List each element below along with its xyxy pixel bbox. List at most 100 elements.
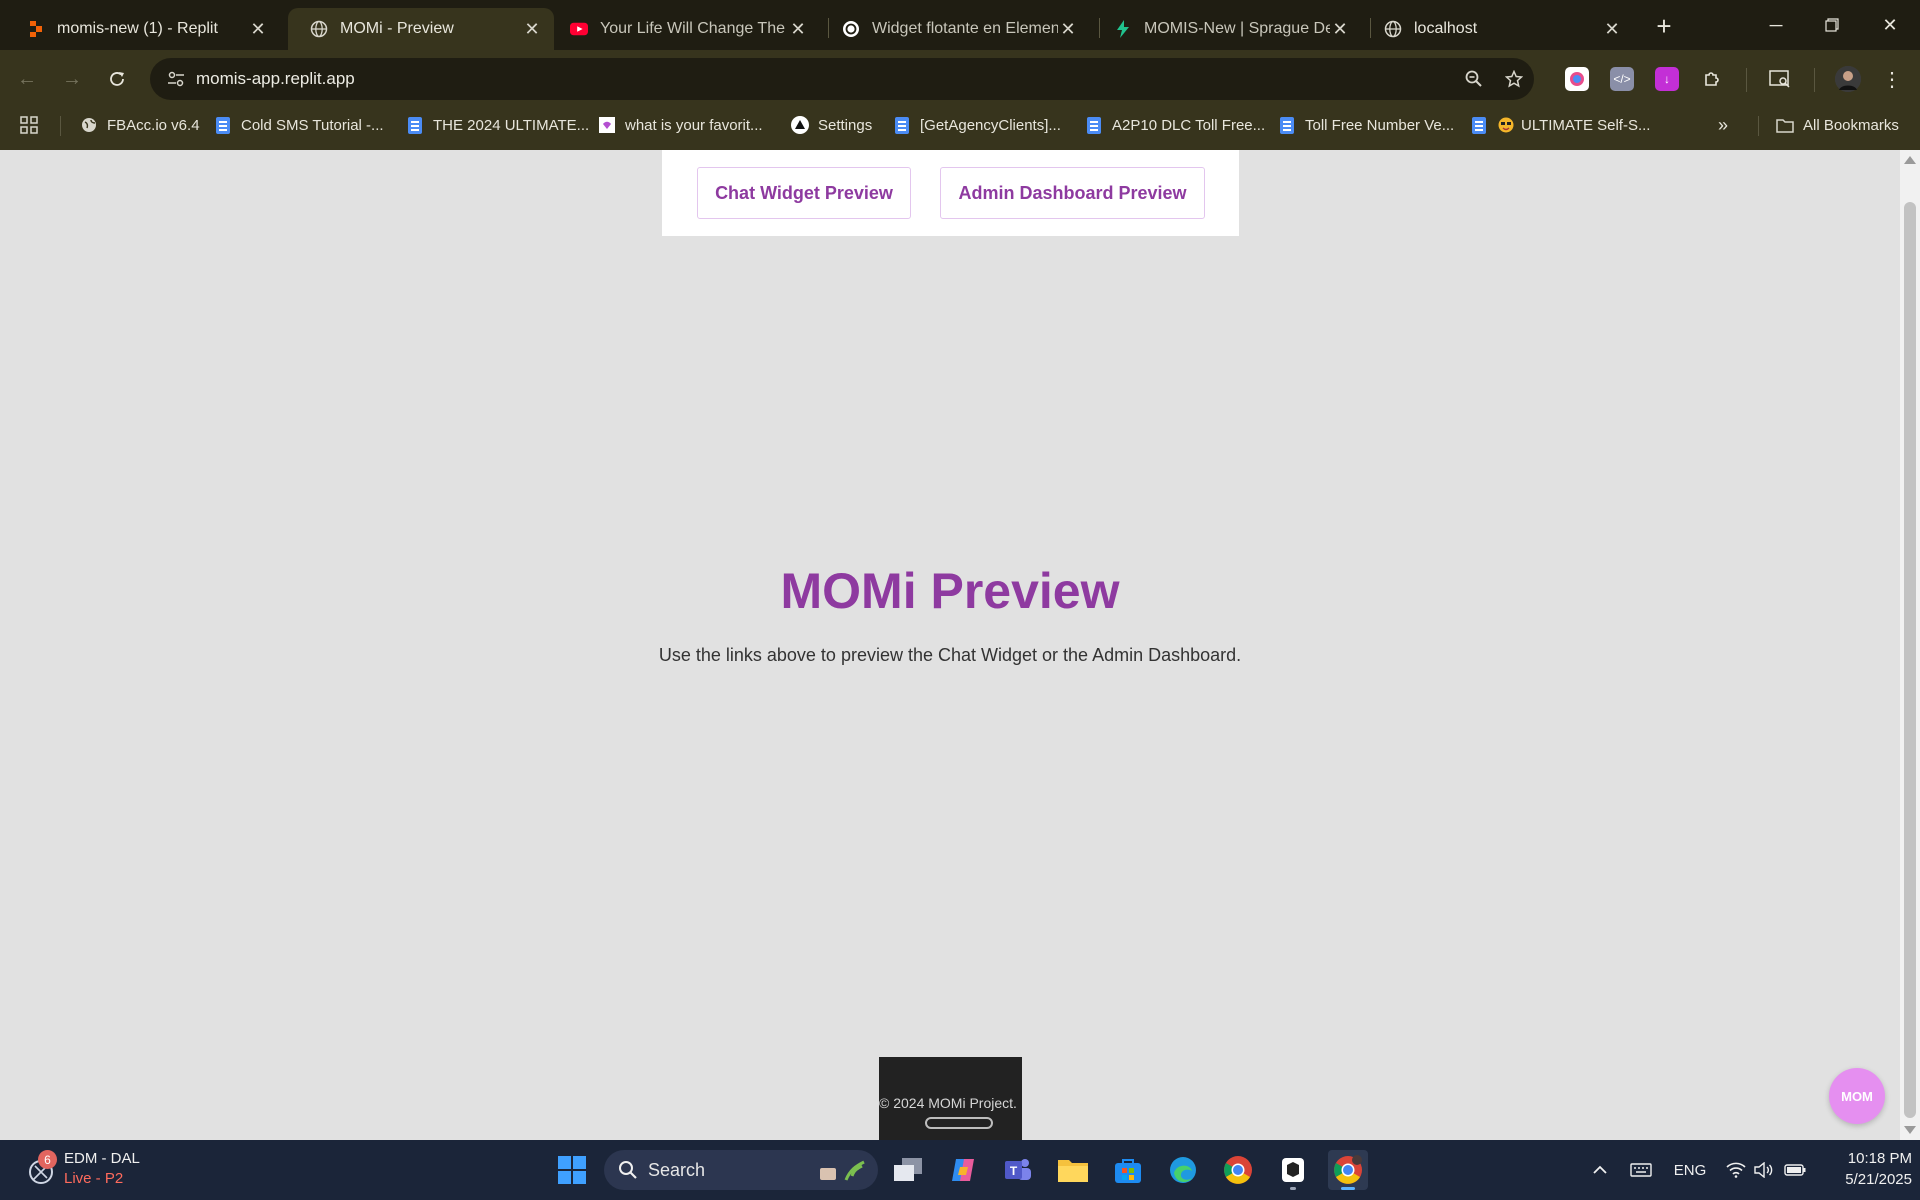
app-cube-icon[interactable] xyxy=(1273,1150,1313,1190)
menu-kebab-icon[interactable]: ⋮ xyxy=(1880,67,1904,91)
triangle-icon xyxy=(791,116,809,134)
reload-icon[interactable] xyxy=(100,62,134,96)
tab-bolt[interactable]: MOMIS-New | Sprague Des ✕ xyxy=(1092,8,1362,50)
toolbar-separator xyxy=(1814,68,1815,92)
bookmark-label: [GetAgencyClients]... xyxy=(920,116,1061,134)
more-bookmarks-chevron-icon[interactable]: » xyxy=(1718,108,1728,142)
replit-icon xyxy=(27,20,45,38)
bookmark-item[interactable]: what is your favorit... xyxy=(598,108,763,142)
tab-momi-preview[interactable]: MOMi - Preview ✕ xyxy=(288,8,554,50)
tab-search-icon[interactable] xyxy=(1768,67,1792,91)
apps-grid-icon[interactable] xyxy=(20,108,38,142)
bookmark-item[interactable]: A2P10 DLC Toll Free... xyxy=(1085,108,1265,142)
notification-badge: 6 xyxy=(38,1150,57,1169)
code-extension-icon[interactable]: </> xyxy=(1610,67,1634,91)
footer-copyright: © 2024 MOMi Project. xyxy=(879,1095,1017,1111)
window-close-icon[interactable]: ✕ xyxy=(1862,0,1918,50)
admin-dashboard-preview-link[interactable]: Admin Dashboard Preview xyxy=(940,167,1205,219)
doc-icon xyxy=(1278,116,1296,134)
bookmark-label: A2P10 DLC Toll Free... xyxy=(1112,116,1266,134)
bookmark-item[interactable]: Settings xyxy=(791,108,872,142)
site-settings-icon[interactable] xyxy=(156,58,196,100)
start-windows-icon[interactable] xyxy=(552,1150,592,1190)
bookmark-item[interactable]: THE 2024 ULTIMATE... xyxy=(406,108,589,142)
bookmark-label: Toll Free Number Ve... xyxy=(1305,116,1455,134)
system-clock[interactable]: 10:18 PM 5/21/2025 xyxy=(1816,1148,1912,1190)
scroll-up-arrow-icon[interactable] xyxy=(1904,156,1916,164)
clock-time: 10:18 PM xyxy=(1847,1150,1912,1167)
show-hidden-icons-chevron-icon[interactable] xyxy=(1586,1140,1614,1200)
volume-icon[interactable] xyxy=(1750,1140,1778,1200)
close-icon[interactable]: ✕ xyxy=(248,19,268,39)
teams-icon[interactable]: T xyxy=(998,1150,1038,1190)
active-indicator xyxy=(1341,1187,1355,1190)
doc-icon xyxy=(1470,116,1488,134)
profile-avatar[interactable] xyxy=(1835,66,1861,92)
tab-chatgpt[interactable]: Widget flotante en Element ✕ xyxy=(820,8,1090,50)
toolbar-separator xyxy=(1746,68,1747,92)
bookmark-star-icon[interactable] xyxy=(1494,58,1534,100)
folder-icon xyxy=(1776,116,1794,134)
doc-icon xyxy=(1085,116,1103,134)
download-extension-icon[interactable]: ↓ xyxy=(1655,67,1679,91)
bookmark-item[interactable]: Cold SMS Tutorial -... xyxy=(214,108,384,142)
file-explorer-icon[interactable] xyxy=(1053,1150,1093,1190)
chrome-profile-icon[interactable] xyxy=(1328,1150,1368,1190)
tab-localhost[interactable]: localhost ✕ xyxy=(1362,8,1634,50)
widget-subtitle: Live - P2 xyxy=(64,1170,124,1187)
emoji-icon xyxy=(1497,116,1515,134)
footer: © 2024 MOMi Project. xyxy=(879,1057,1022,1140)
all-bookmarks-button[interactable]: All Bookmarks xyxy=(1776,108,1899,142)
bookmark-label: FBAcc.io v6.4 xyxy=(107,116,200,134)
bookmark-label: what is your favorit... xyxy=(625,116,763,134)
taskbar-search[interactable]: Search xyxy=(604,1150,878,1190)
battery-icon[interactable] xyxy=(1780,1140,1810,1200)
bookmark-item[interactable]: [GetAgencyClients]... xyxy=(893,108,1061,142)
microsoft-store-icon[interactable] xyxy=(1108,1150,1148,1190)
search-label: Search xyxy=(648,1159,706,1180)
restore-icon[interactable] xyxy=(1804,0,1860,50)
close-icon[interactable]: ✕ xyxy=(1330,19,1350,39)
close-icon[interactable]: ✕ xyxy=(1602,19,1622,39)
tab-youtube[interactable]: Your Life Will Change The D ✕ xyxy=(548,8,820,50)
forward-arrow-icon[interactable]: → xyxy=(55,62,89,96)
bookmark-label: ULTIMATE Self-S... xyxy=(1521,116,1651,134)
edge-icon[interactable] xyxy=(1163,1150,1203,1190)
notion-icon xyxy=(598,116,616,134)
bookmark-item[interactable]: ULTIMATE Self-S... xyxy=(1470,108,1650,142)
page-scrollbar[interactable] xyxy=(1900,150,1920,1140)
chatgpt-icon xyxy=(842,20,860,38)
bookmarks-separator xyxy=(1758,116,1759,136)
back-arrow-icon[interactable]: ← xyxy=(10,62,44,96)
running-indicator xyxy=(1290,1187,1296,1190)
chat-widget-preview-link[interactable]: Chat Widget Preview xyxy=(697,167,911,219)
bookmark-item[interactable]: FBAcc.io v6.4 xyxy=(80,108,200,142)
scrollbar-thumb[interactable] xyxy=(1904,202,1916,1118)
color-picker-extension-icon[interactable] xyxy=(1565,67,1589,91)
wifi-icon[interactable] xyxy=(1722,1140,1750,1200)
bookmark-item[interactable]: Toll Free Number Ve... xyxy=(1278,108,1454,142)
chat-widget-launcher[interactable]: MOM xyxy=(1829,1068,1885,1124)
keyboard-icon[interactable] xyxy=(1626,1140,1656,1200)
new-tab-button[interactable]: + xyxy=(1650,11,1678,41)
clock-date: 5/21/2025 xyxy=(1845,1171,1912,1188)
address-bar[interactable]: momis-app.replit.app xyxy=(150,58,1534,100)
close-icon[interactable]: ✕ xyxy=(522,19,542,39)
weather-widget-icon[interactable]: 6 xyxy=(24,1150,58,1187)
extensions-puzzle-icon[interactable] xyxy=(1700,67,1724,91)
tab-replit[interactable]: momis-new (1) - Replit ✕ xyxy=(5,8,280,50)
copilot-icon[interactable] xyxy=(943,1150,983,1190)
language-indicator[interactable]: ENG xyxy=(1670,1140,1710,1200)
scroll-down-arrow-icon[interactable] xyxy=(1904,1126,1916,1134)
task-view-icon[interactable] xyxy=(888,1150,928,1190)
search-highlight-icon xyxy=(816,1156,868,1189)
footer-pill xyxy=(925,1117,993,1129)
minimize-icon[interactable]: ─ xyxy=(1748,0,1804,50)
close-icon[interactable]: ✕ xyxy=(788,19,808,39)
zoom-icon[interactable] xyxy=(1454,58,1494,100)
chrome-icon[interactable] xyxy=(1218,1150,1258,1190)
chat-widget-image-alt: MOM xyxy=(1841,1088,1873,1104)
page-title: MOMi Preview xyxy=(780,563,1120,619)
bolt-icon xyxy=(1114,20,1132,38)
close-icon[interactable]: ✕ xyxy=(1058,19,1078,39)
